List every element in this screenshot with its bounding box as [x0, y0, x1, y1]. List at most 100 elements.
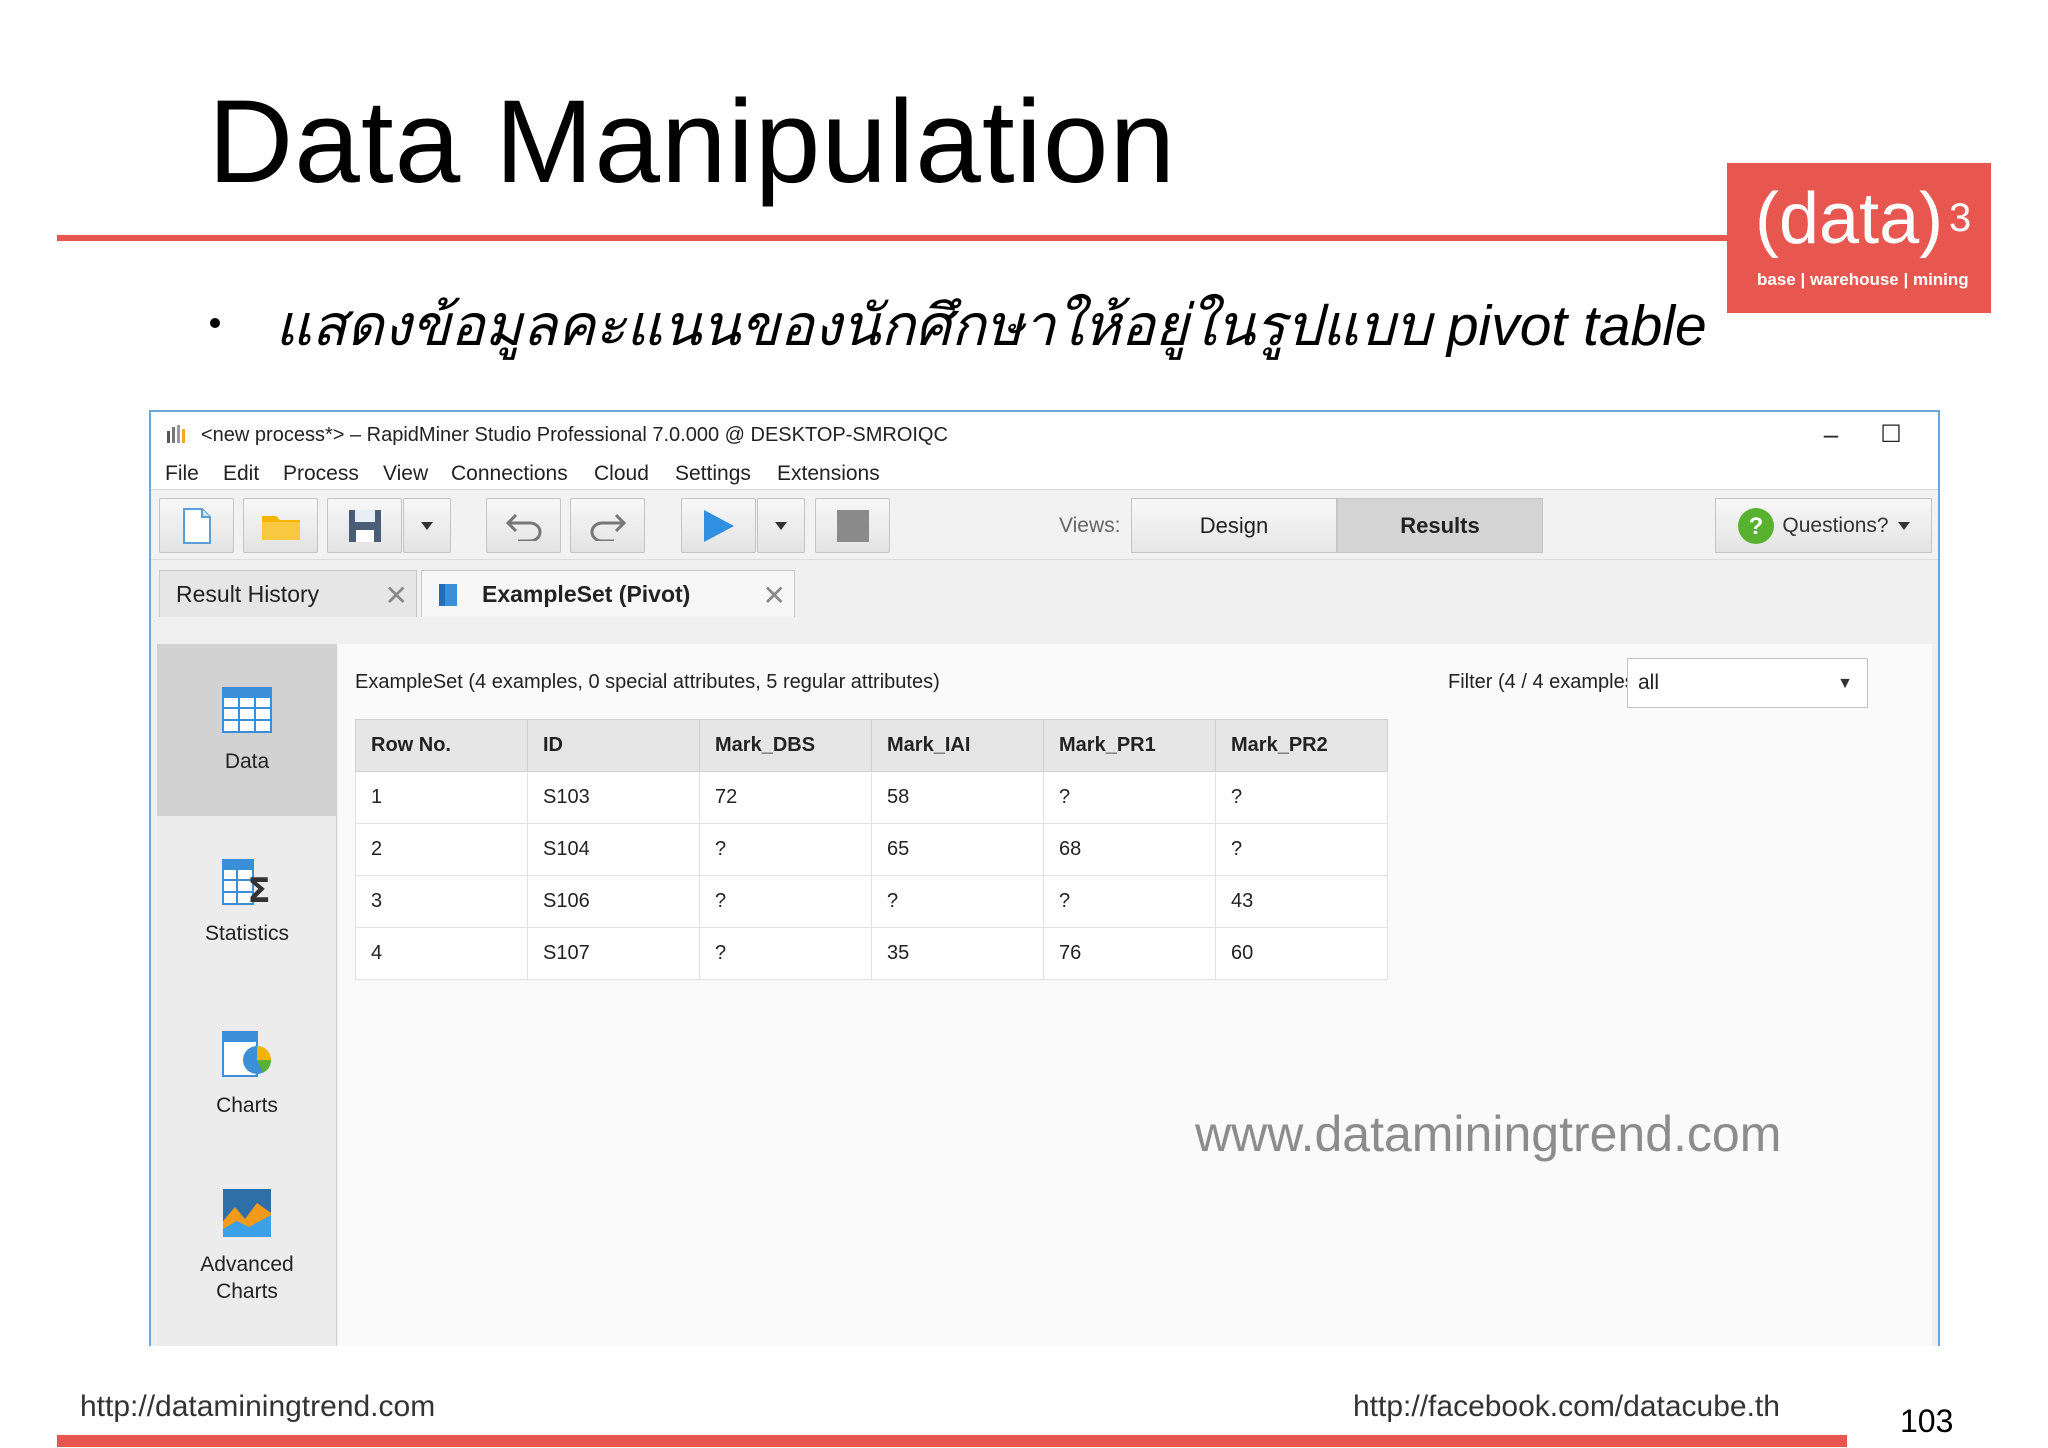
watermark-url: www.dataminingtrend.com	[1195, 1106, 1782, 1162]
filter-dropdown[interactable]: all ▼	[1627, 658, 1868, 708]
open-folder-icon	[261, 515, 300, 540]
table-cell: S104	[527, 823, 700, 876]
data-view: ExampleSet (4 examples, 0 special attrib…	[338, 644, 1932, 1346]
save-options-dropdown[interactable]	[403, 498, 451, 553]
column-header-mark-pr1[interactable]: Mark_PR1	[1043, 719, 1216, 772]
play-icon	[703, 509, 734, 542]
title-divider	[57, 235, 1727, 241]
column-header-mark-pr2[interactable]: Mark_PR2	[1215, 719, 1388, 772]
table-cell: S106	[527, 875, 700, 928]
menu-connections[interactable]: Connections	[451, 462, 568, 486]
table-cell: 43	[1215, 875, 1388, 928]
table-cell: ?	[699, 823, 872, 876]
sidebar-item-charts[interactable]: Charts	[157, 988, 337, 1160]
area-chart-icon	[223, 1188, 271, 1237]
logo-tagline: base | warehouse | mining	[1757, 270, 1969, 289]
table-cell: 1	[355, 771, 528, 824]
tab-exampleset-pivot-label: ExampleSet (Pivot)	[482, 580, 691, 607]
tab-result-history[interactable]: Result History ✕	[159, 570, 417, 617]
table-cell: 60	[1215, 927, 1388, 980]
bullet-point	[210, 318, 220, 328]
footer-website-link[interactable]: http://dataminingtrend.com	[80, 1390, 435, 1424]
menu-process[interactable]: Process	[283, 462, 359, 486]
run-options-dropdown[interactable]	[757, 498, 805, 553]
logo-superscript: 3	[1949, 196, 1972, 240]
table-row[interactable]: 1 S103 72 58 ? ?	[355, 771, 1388, 824]
run-process-button[interactable]	[681, 498, 756, 553]
tab-result-history-label: Result History	[176, 580, 320, 607]
rapidminer-app-icon	[167, 425, 185, 443]
column-header-mark-dbs[interactable]: Mark_DBS	[699, 719, 872, 772]
table-cell: 3	[355, 875, 528, 928]
table-cell: ?	[699, 927, 872, 980]
dropdown-icon	[775, 521, 787, 530]
column-header-row-no[interactable]: Row No.	[355, 719, 528, 772]
stop-process-button[interactable]	[815, 498, 890, 553]
column-header-mark-iai[interactable]: Mark_IAI	[871, 719, 1044, 772]
menu-file[interactable]: File	[165, 462, 199, 486]
undo-button[interactable]	[486, 498, 561, 553]
table-cell: ?	[871, 875, 1044, 928]
minimize-button[interactable]: –	[1801, 416, 1861, 452]
open-process-button[interactable]	[243, 498, 318, 553]
chevron-down-icon: ▼	[1837, 675, 1853, 692]
sidebar-item-statistics[interactable]: Σ Statistics	[157, 816, 337, 988]
menu-extensions[interactable]: Extensions	[777, 462, 880, 486]
menu-settings[interactable]: Settings	[675, 462, 751, 486]
table-cell: 4	[355, 927, 528, 980]
sidebar-item-data[interactable]: Data	[157, 644, 337, 816]
page-number: 103	[1900, 1403, 1954, 1439]
sidebar-item-advanced-charts[interactable]: Advanced Charts	[157, 1160, 337, 1332]
exampleset-summary: ExampleSet (4 examples, 0 special attrib…	[355, 671, 940, 693]
new-document-icon	[182, 507, 211, 544]
column-header-id[interactable]: ID	[527, 719, 700, 772]
table-cell: 68	[1043, 823, 1216, 876]
exampleset-icon	[439, 584, 457, 606]
svg-text:?: ?	[1749, 513, 1764, 540]
table-cell: S107	[527, 927, 700, 980]
menu-edit[interactable]: Edit	[223, 462, 259, 486]
result-view-sidebar: Data Σ Statistics Charts Advanced Charts	[157, 644, 337, 1346]
menu-view[interactable]: View	[383, 462, 428, 486]
logo-main-text: (data)	[1755, 179, 1944, 259]
results-view-button[interactable]: Results	[1337, 498, 1543, 553]
tab-exampleset-pivot[interactable]: ExampleSet (Pivot) ✕	[421, 570, 795, 617]
close-icon[interactable]: ✕	[763, 579, 786, 612]
menu-cloud[interactable]: Cloud	[594, 462, 649, 486]
sidebar-item-label: Charts	[216, 1094, 278, 1118]
chevron-down-icon	[1897, 521, 1910, 530]
questions-button[interactable]: ? Questions?	[1715, 498, 1932, 553]
table-cell: ?	[1215, 771, 1388, 824]
rapidminer-window: <new process*> – RapidMiner Studio Profe…	[149, 410, 1940, 1346]
table-cell: 35	[871, 927, 1044, 980]
maximize-button[interactable]: ☐	[1861, 416, 1921, 452]
close-button[interactable]: ✕	[1921, 416, 1938, 452]
pivot-data-table: Row No. ID Mark_DBS Mark_IAI Mark_PR1 Ma…	[355, 719, 1388, 980]
pie-chart-icon	[222, 1031, 271, 1078]
table-cell: ?	[699, 875, 872, 928]
filter-label: Filter (4 / 4 examples):	[1448, 671, 1647, 693]
bullet-text: แสดงข้อมูลคะแนนของนักศึกษาให้อยู่ในรูปแบ…	[275, 294, 1707, 358]
design-view-button[interactable]: Design	[1131, 498, 1337, 553]
window-title: <new process*> – RapidMiner Studio Profe…	[201, 424, 948, 446]
table-row[interactable]: 4 S107 ? 35 76 60	[355, 927, 1388, 980]
filter-selected-value: all	[1638, 671, 1660, 694]
result-tabs: Result History ✕ ExampleSet (Pivot) ✕	[151, 560, 1938, 617]
close-icon[interactable]: ✕	[385, 579, 408, 612]
save-button[interactable]	[327, 498, 402, 553]
table-cell: 58	[871, 771, 1044, 824]
menu-bar: File Edit Process View Connections Cloud…	[151, 456, 1938, 490]
new-process-button[interactable]	[159, 498, 234, 553]
table-row[interactable]: 3 S106 ? ? ? 43	[355, 875, 1388, 928]
sidebar-item-label: Statistics	[204, 922, 290, 946]
footer-divider	[57, 1435, 1847, 1447]
footer-facebook-link[interactable]: http://facebook.com/datacube.th	[1353, 1390, 1780, 1424]
svg-text:Σ: Σ	[247, 871, 270, 908]
sidebar-item-label: Data	[224, 750, 270, 774]
datacube-logo: (data) 3 base | warehouse | mining	[1727, 163, 1991, 313]
table-cell: ?	[1043, 875, 1216, 928]
table-row[interactable]: 2 S104 ? 65 68 ?	[355, 823, 1388, 876]
redo-button[interactable]	[570, 498, 645, 553]
table-cell: 2	[355, 823, 528, 876]
stop-icon	[836, 509, 869, 542]
